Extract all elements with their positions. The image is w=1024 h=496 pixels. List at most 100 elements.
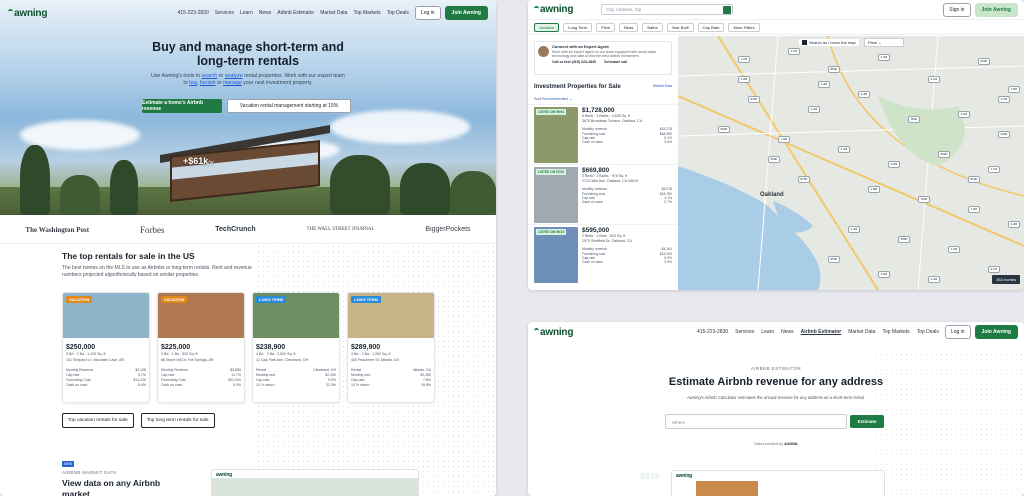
estimate-button[interactable]: Estimate (850, 415, 884, 428)
nav-link-top-markets[interactable]: Top Markets (882, 329, 909, 335)
filter-cap-rate[interactable]: Cap Rate (697, 22, 725, 32)
map-price-marker[interactable]: 875K (798, 176, 811, 183)
awning-logo[interactable]: awning (534, 4, 573, 15)
map-price-marker[interactable]: 1.2M (948, 246, 960, 253)
search-input[interactable]: City, Address, Zip (601, 4, 734, 15)
filter-long-term[interactable]: Long Term (563, 22, 593, 32)
map-price-marker[interactable]: 780K (908, 116, 921, 123)
market-preview: awning (211, 469, 419, 496)
nav-phone[interactable]: 415-223-2830 (178, 10, 209, 16)
property-listing[interactable]: LISTED ON 09/13 $595,000 2 Beds · 1 Bath… (528, 224, 678, 284)
map-price-marker[interactable]: 640K (998, 131, 1011, 138)
card-stat-row: Cash on cash 8.4% (66, 383, 146, 387)
nav-link-top-deals[interactable]: Top Deals (387, 10, 409, 16)
filter-more[interactable]: More Filters (728, 22, 760, 32)
map-price-marker[interactable]: 590K (898, 236, 911, 243)
map-price-marker[interactable]: 1.3M (848, 226, 860, 233)
map-price-marker[interactable]: 1.8M (868, 186, 880, 193)
rental-card[interactable]: VACATION $225,000 2 Bd · 1 Ba · 820 Sq. … (157, 292, 245, 403)
map-price-marker[interactable]: 1.9M (778, 136, 790, 143)
press-logos: The Washington Post Forbes TechCrunch TH… (0, 216, 496, 244)
map-price-marker[interactable]: 680K (768, 156, 781, 163)
map-price-marker[interactable]: 1.6M (968, 206, 980, 213)
market-data-link[interactable]: Market Data (653, 84, 672, 90)
sort-dropdown[interactable]: Sort Recommended ⌄ (528, 90, 678, 104)
card-stat-row: 10 Yr return 19.9% (351, 383, 431, 387)
map-price-marker[interactable]: 1.4M (818, 81, 830, 88)
map-price-marker[interactable]: 1.3M (878, 54, 890, 61)
map-price-marker[interactable]: 925K (748, 96, 761, 103)
map-price-marker[interactable]: 2.6M (888, 161, 900, 168)
map-price-marker[interactable]: 850K (828, 66, 841, 73)
map-price-marker[interactable]: 1.7M (998, 96, 1010, 103)
join-button[interactable]: Join Awning (974, 2, 1018, 17)
filter-vacation[interactable]: Vacation (534, 22, 560, 32)
filter-beds[interactable]: Beds (619, 22, 639, 32)
map-price-marker[interactable]: 1.5M (878, 271, 890, 278)
nav-link-learn[interactable]: Learn (761, 329, 774, 335)
analyze-link[interactable]: analyze (225, 73, 243, 79)
map-price-marker[interactable]: 999K (718, 126, 731, 133)
nav-link-news[interactable]: News (781, 329, 794, 335)
search-link[interactable]: search (202, 73, 218, 79)
vacation-management-button[interactable]: Vacation rental management starting at 1… (227, 99, 351, 113)
signin-button[interactable]: Sign in (943, 2, 971, 17)
map-price-marker[interactable]: 699K (978, 58, 991, 65)
estimate-revenue-button[interactable]: Estimate a home's Airbnb revenue (142, 99, 222, 113)
schedule-call-link[interactable]: Schedule call (604, 60, 627, 65)
property-listing[interactable]: LISTED ON 07/22 $669,800 3 Beds · 2 Bath… (528, 164, 678, 224)
rental-card[interactable]: LONG TERM $238,900 4 Bd · 2 Ba · 2,020 S… (252, 292, 340, 403)
filter-baths[interactable]: Baths (642, 22, 663, 32)
nav-link-news[interactable]: News (259, 10, 272, 16)
join-button[interactable]: Join Awning (444, 6, 488, 20)
address-input[interactable]: Where (665, 414, 847, 429)
rental-card[interactable]: LONG TERM $289,900 3 Bd · 2 Ba · 1,282 S… (347, 292, 435, 403)
filter-price[interactable]: Price (596, 22, 616, 32)
nav-link-services[interactable]: Services (735, 329, 754, 335)
nav-link-market-data[interactable]: Market Data (320, 10, 347, 16)
map-price-marker[interactable]: 720K (918, 196, 931, 203)
property-listing[interactable]: LISTED ON 09/04 $1,728,000 6 Beds · 3 Ba… (528, 104, 678, 164)
nav-link-learn[interactable]: Learn (240, 10, 253, 16)
top-longterm-button[interactable]: Top long term rentals for sale (140, 413, 215, 428)
awning-logo[interactable]: awning (8, 8, 47, 19)
join-button[interactable]: Join Awning (974, 325, 1018, 339)
buy-link[interactable]: buy (189, 80, 197, 86)
map-price-marker[interactable]: 1.1M (988, 166, 1000, 173)
furnish-link[interactable]: furnish (200, 80, 216, 86)
awning-logo[interactable]: awning (534, 327, 573, 338)
map-price-marker[interactable]: 560K (938, 151, 951, 158)
nav-link-airbnb-estimator[interactable]: Airbnb Estimator (277, 10, 314, 16)
nav-phone[interactable]: 415-223-2830 (697, 329, 728, 335)
nav-link-top-markets[interactable]: Top Markets (353, 10, 380, 16)
map-price-marker[interactable]: 1.4M (838, 146, 850, 153)
nav-link-airbnb-estimator[interactable]: Airbnb Estimator (801, 329, 842, 335)
map-price-dropdown[interactable]: Price ⌄ (864, 38, 904, 47)
map-price-marker[interactable]: 810K (968, 176, 981, 183)
map-price-marker[interactable]: 1.2M (808, 106, 820, 113)
rental-card[interactable]: VACATION $250,000 3 Bd · 2 Ba · 1,193 Sq… (62, 292, 150, 403)
map-price-marker[interactable]: 1.0M (928, 276, 940, 283)
map-price-marker[interactable]: 1.7M (738, 56, 750, 63)
map-price-marker[interactable]: 2.2M (1008, 221, 1020, 228)
map-price-marker[interactable]: 950K (828, 256, 841, 263)
nav-link-top-deals[interactable]: Top Deals (917, 329, 939, 335)
search-icon[interactable] (723, 6, 732, 14)
map-price-marker[interactable]: 1.5M (1008, 86, 1020, 93)
map-price-marker[interactable]: 1.0M (958, 111, 970, 118)
map-price-marker[interactable]: 2.0M (738, 76, 750, 83)
login-button[interactable]: Log in (944, 325, 971, 339)
nav-link-services[interactable]: Services (215, 10, 234, 16)
call-agent-link[interactable]: Call or text (415) 223-2830 (552, 60, 596, 65)
map-price-marker[interactable]: 3.1M (988, 266, 1000, 273)
filter-year-built[interactable]: Year Built (666, 22, 694, 32)
login-button[interactable]: Log in (414, 6, 441, 20)
map-price-marker[interactable]: 1.1M (788, 48, 800, 55)
search-as-move-checkbox[interactable]: Search as I move the map (799, 39, 859, 46)
manage-link[interactable]: manage (223, 80, 242, 86)
map-price-marker[interactable]: 2.1M (928, 76, 940, 83)
top-vacation-button[interactable]: Top vacation rentals for sale (62, 413, 134, 428)
results-map[interactable]: Search as I move the map Price ⌄ Oakland… (678, 36, 1024, 290)
nav-link-market-data[interactable]: Market Data (848, 329, 875, 335)
map-price-marker[interactable]: 3.4M (858, 91, 870, 98)
